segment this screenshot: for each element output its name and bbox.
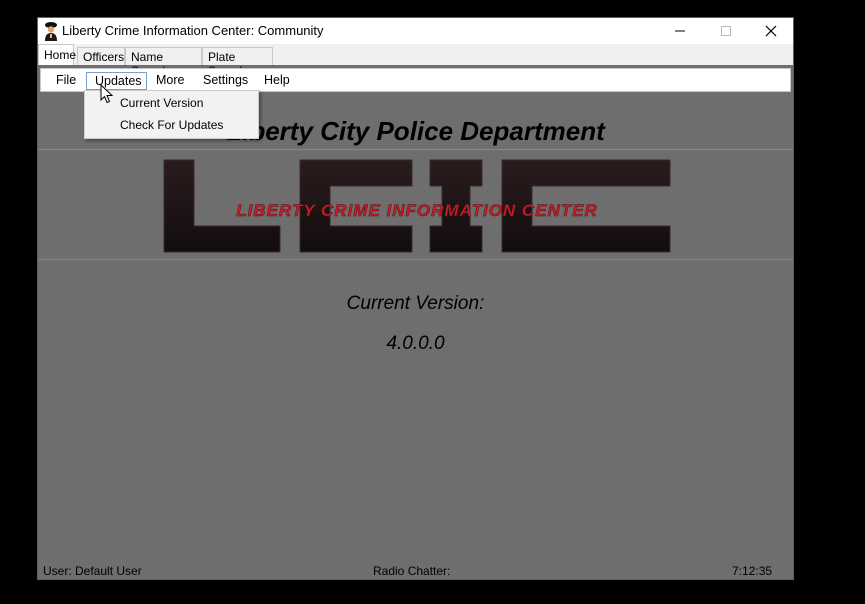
minimize-icon: [675, 30, 685, 32]
divider-bottom: [38, 259, 793, 260]
close-button[interactable]: [748, 18, 794, 44]
mouse-cursor-icon: [100, 84, 114, 104]
tab-name-search[interactable]: Name Search: [125, 47, 202, 78]
menu-item-current-version[interactable]: Current Version: [120, 96, 203, 110]
tab-strip: Home Officers Name Search Plate Search: [38, 44, 793, 78]
divider-top: [38, 149, 793, 150]
status-time: 7:12:35 PM: [732, 564, 773, 592]
police-officer-icon: [45, 22, 57, 41]
menu-item-check-for-updates[interactable]: Check For Updates: [120, 118, 223, 132]
minimize-button[interactable]: [657, 18, 703, 44]
tab-home[interactable]: Home: [38, 44, 76, 65]
version-label: Current Version:: [346, 293, 485, 314]
menu-bar: File Updates More Settings Help: [40, 68, 791, 92]
menu-help[interactable]: Help: [256, 72, 298, 90]
menu-file[interactable]: File: [48, 72, 84, 90]
status-radio-chatter: Radio Chatter:: [373, 564, 451, 578]
logo-tagline: LIBERTY CRIME INFORMATION CENTER: [236, 201, 598, 220]
lcic-logo: LIBERTY CRIME INFORMATION CENTER: [163, 159, 671, 253]
maximize-button[interactable]: [703, 18, 749, 44]
version-value: 4.0.0.0: [386, 333, 445, 354]
menu-more[interactable]: More: [148, 72, 192, 90]
tab-officers[interactable]: Officers: [77, 47, 125, 65]
tab-plate-search[interactable]: Plate Search: [202, 47, 273, 78]
app-window: Liberty Crime Information Center: Commun…: [37, 17, 794, 592]
close-icon: [765, 25, 777, 37]
window-title: Liberty Crime Information Center: Commun…: [62, 23, 324, 38]
status-user: User: Default User: [43, 564, 142, 578]
maximize-icon: [721, 26, 731, 36]
menu-updates[interactable]: Updates: [86, 72, 147, 90]
menu-settings[interactable]: Settings: [195, 72, 256, 90]
title-bar[interactable]: Liberty Crime Information Center: Commun…: [38, 18, 793, 44]
